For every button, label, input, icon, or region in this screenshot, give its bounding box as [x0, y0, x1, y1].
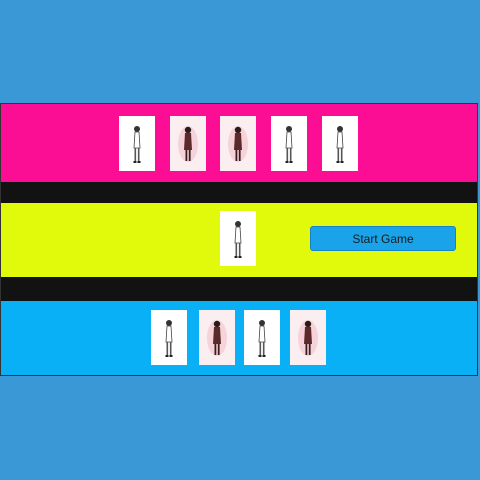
player-card[interactable] — [151, 310, 187, 365]
figure-light-icon — [336, 125, 344, 163]
player-card[interactable] — [199, 310, 235, 365]
figure-light-icon — [258, 319, 266, 357]
figure-dark-icon — [228, 125, 248, 162]
opponent-card[interactable] — [220, 116, 256, 171]
center-card[interactable] — [220, 211, 256, 266]
figure-light-icon — [234, 220, 242, 258]
player-hand-area — [1, 301, 477, 375]
player-card[interactable] — [244, 310, 280, 365]
opponent-card[interactable] — [170, 116, 206, 171]
player-card[interactable] — [290, 310, 326, 365]
separator-bottom — [1, 277, 477, 301]
figure-dark-icon — [207, 319, 227, 356]
opponent-card[interactable] — [322, 116, 358, 171]
figure-light-icon — [165, 319, 173, 357]
opponent-card[interactable] — [271, 116, 307, 171]
figure-light-icon — [285, 125, 293, 163]
separator-top — [1, 182, 477, 203]
figure-dark-icon — [298, 319, 318, 356]
game-screen: Start Game — [0, 0, 480, 480]
start-game-button[interactable]: Start Game — [310, 226, 456, 251]
figure-light-icon — [133, 125, 141, 163]
opponent-card[interactable] — [119, 116, 155, 171]
figure-dark-icon — [178, 125, 198, 162]
